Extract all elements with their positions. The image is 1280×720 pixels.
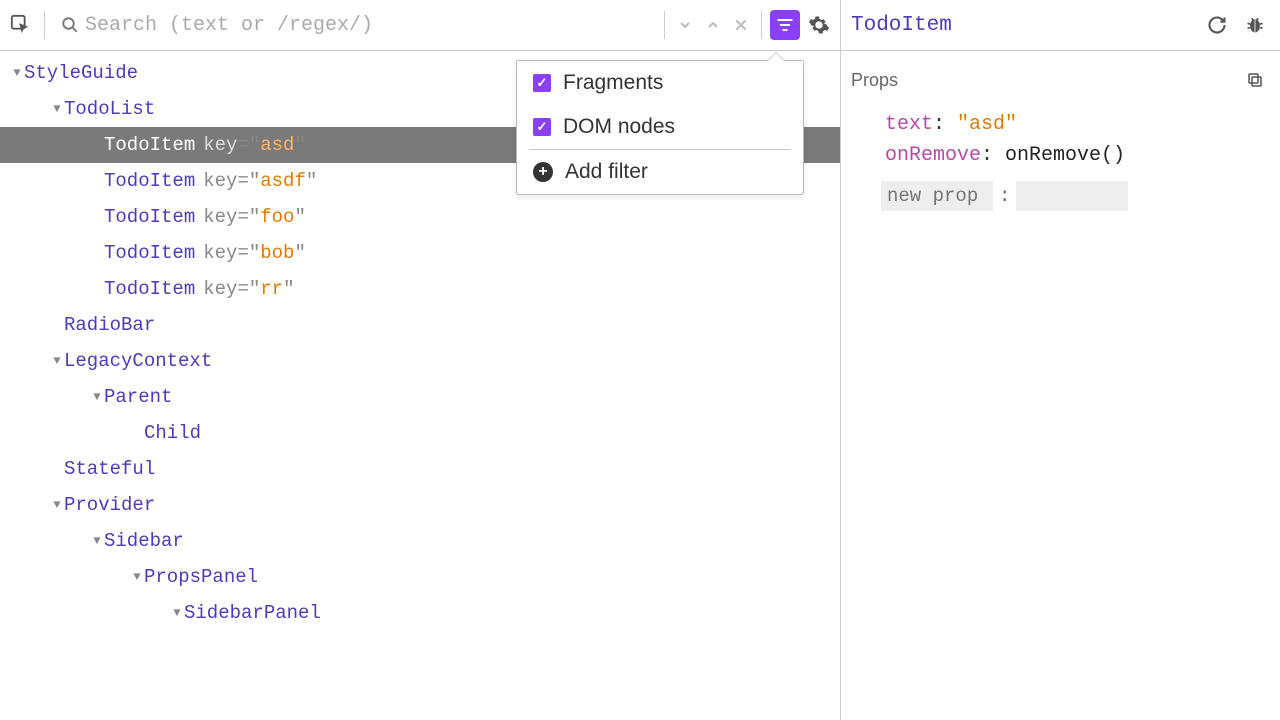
copy-icon[interactable] xyxy=(1240,65,1270,95)
search-next-icon[interactable] xyxy=(673,17,697,33)
tree-row[interactable]: ▼ Stateful xyxy=(0,451,840,487)
component-name: RadioBar xyxy=(64,314,155,336)
inspect-icon[interactable] xyxy=(6,10,36,40)
attr-key: key xyxy=(203,170,237,192)
colon: : xyxy=(999,185,1010,207)
add-filter-label: Add filter xyxy=(565,160,648,184)
props-section-label: Props xyxy=(851,70,1240,91)
search-prev-icon[interactable] xyxy=(701,17,725,33)
attr-key: key xyxy=(203,206,237,228)
filter-icon[interactable] xyxy=(770,10,800,40)
tree-row[interactable]: ▼ RadioBar xyxy=(0,307,840,343)
search-clear-icon[interactable] xyxy=(729,17,753,33)
caret-down-icon[interactable]: ▼ xyxy=(50,354,64,368)
attr-key: key xyxy=(203,134,237,156)
component-name: TodoItem xyxy=(104,134,195,156)
attr-value: asdf xyxy=(260,170,306,192)
plus-circle-icon: + xyxy=(533,162,553,182)
tree-row[interactable]: ▼ TodoItem key="bob" xyxy=(0,235,840,271)
bug-icon[interactable] xyxy=(1240,10,1270,40)
tree-row[interactable]: ▼ LegacyContext xyxy=(0,343,840,379)
component-name: TodoItem xyxy=(104,170,195,192)
checkbox-checked-icon[interactable]: ✓ xyxy=(533,118,551,136)
component-name: LegacyContext xyxy=(64,350,212,372)
filter-option-fragments[interactable]: ✓ Fragments xyxy=(517,61,803,105)
prop-key: text xyxy=(885,113,933,136)
props-panel: Props text: "asd" onRemove: onRemove() : xyxy=(841,51,1280,720)
tree-row[interactable]: ▼ Child xyxy=(0,415,840,451)
tree-row[interactable]: ▼ Parent xyxy=(0,379,840,415)
tree-row[interactable]: ▼ PropsPanel xyxy=(0,559,840,595)
component-name: StyleGuide xyxy=(24,62,138,84)
caret-down-icon[interactable]: ▼ xyxy=(10,66,24,80)
checkbox-checked-icon[interactable]: ✓ xyxy=(533,74,551,92)
component-name: TodoItem xyxy=(104,242,195,264)
attr-value: asd xyxy=(260,134,294,156)
attr-key: key xyxy=(203,242,237,264)
search-icon xyxy=(61,16,79,34)
new-prop-row: : xyxy=(851,171,1270,215)
component-name: SidebarPanel xyxy=(184,602,321,624)
divider xyxy=(761,11,762,39)
component-name: TodoList xyxy=(64,98,155,120)
new-prop-key-input[interactable] xyxy=(881,181,993,211)
refresh-icon[interactable] xyxy=(1202,10,1232,40)
attr-value: bob xyxy=(260,242,294,264)
right-toolbar: TodoItem xyxy=(841,0,1280,51)
search-input[interactable] xyxy=(85,14,656,37)
filter-popup: ✓ Fragments ✓ DOM nodes + Add filter xyxy=(516,60,804,195)
component-name: TodoItem xyxy=(104,206,195,228)
new-prop-value-input[interactable] xyxy=(1016,181,1128,211)
divider xyxy=(44,11,45,39)
component-name: Sidebar xyxy=(104,530,184,552)
component-name: TodoItem xyxy=(104,278,195,300)
filter-label: DOM nodes xyxy=(563,115,675,139)
tree-row[interactable]: ▼ TodoItem key="foo" xyxy=(0,199,840,235)
divider xyxy=(664,11,665,39)
left-toolbar xyxy=(0,0,840,51)
caret-down-icon[interactable]: ▼ xyxy=(90,534,104,548)
prop-value[interactable]: onRemove() xyxy=(1005,144,1125,167)
attr-value: foo xyxy=(260,206,294,228)
prop-row[interactable]: onRemove: onRemove() xyxy=(851,140,1270,171)
component-name: Provider xyxy=(64,494,155,516)
attr-value: rr xyxy=(260,278,283,300)
component-name: Child xyxy=(144,422,201,444)
caret-down-icon[interactable]: ▼ xyxy=(50,102,64,116)
caret-down-icon[interactable]: ▼ xyxy=(170,606,184,620)
caret-down-icon[interactable]: ▼ xyxy=(130,570,144,584)
settings-icon[interactable] xyxy=(804,10,834,40)
prop-value[interactable]: "asd" xyxy=(957,113,1017,136)
prop-row[interactable]: text: "asd" xyxy=(851,109,1270,140)
caret-down-icon[interactable]: ▼ xyxy=(50,498,64,512)
selected-component-title: TodoItem xyxy=(851,14,1194,37)
caret-down-icon[interactable]: ▼ xyxy=(90,390,104,404)
component-name: PropsPanel xyxy=(144,566,258,588)
component-name: Stateful xyxy=(64,458,155,480)
add-filter-button[interactable]: + Add filter xyxy=(517,150,803,194)
filter-label: Fragments xyxy=(563,71,663,95)
prop-key: onRemove xyxy=(885,144,981,167)
filter-option-dom-nodes[interactable]: ✓ DOM nodes xyxy=(517,105,803,149)
component-name: Parent xyxy=(104,386,172,408)
attr-key: key xyxy=(203,278,237,300)
tree-row[interactable]: ▼ TodoItem key="rr" xyxy=(0,271,840,307)
tree-row[interactable]: ▼ SidebarPanel xyxy=(0,595,840,631)
tree-row[interactable]: ▼ Sidebar xyxy=(0,523,840,559)
tree-row[interactable]: ▼ Provider xyxy=(0,487,840,523)
